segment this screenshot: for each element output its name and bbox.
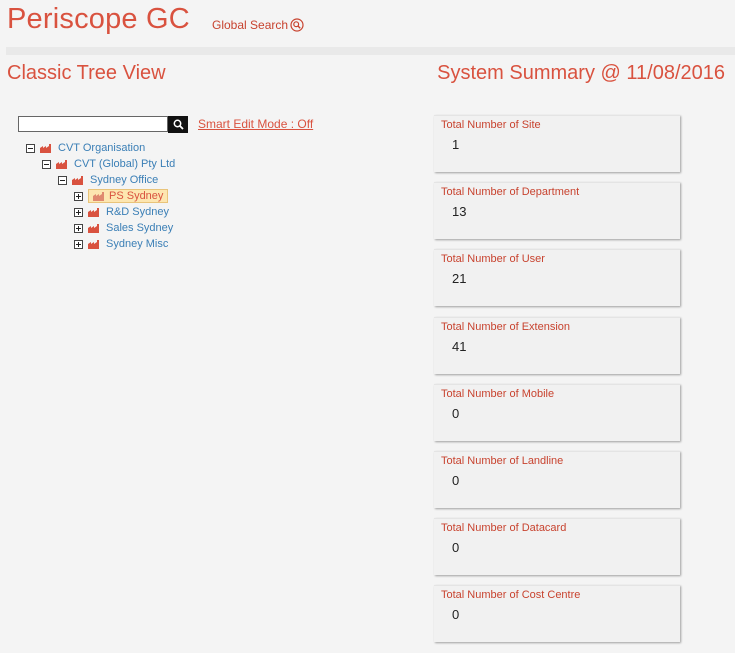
tree-node-selected[interactable]: PS Sydney bbox=[88, 189, 169, 203]
tree-node-label[interactable]: Sydney Misc bbox=[104, 237, 170, 251]
tree-node-sydney-office: Sydney Office bbox=[58, 173, 160, 187]
summary-card-mobile: Total Number of Mobile 0 bbox=[434, 384, 680, 441]
summary-card-value: 0 bbox=[452, 540, 460, 555]
factory-icon bbox=[40, 143, 51, 153]
tree-search-input[interactable] bbox=[18, 116, 168, 132]
summary-card-landline: Total Number of Landline 0 bbox=[434, 451, 680, 508]
summary-card-site: Total Number of Site 1 bbox=[434, 115, 680, 172]
tree-node-label[interactable]: CVT (Global) Pty Ltd bbox=[72, 157, 177, 171]
tree-node-cvt-organisation: CVT Organisation bbox=[26, 141, 147, 155]
collapse-toggle-icon[interactable] bbox=[26, 143, 35, 153]
tree-node-label[interactable]: Sydney Office bbox=[88, 173, 160, 187]
header-divider bbox=[6, 47, 735, 55]
tree-view-title: Classic Tree View bbox=[7, 62, 166, 84]
summary-card-label: Total Number of Extension bbox=[441, 321, 571, 333]
search-icon bbox=[173, 119, 184, 130]
tree-node-cvt-global: CVT (Global) Pty Ltd bbox=[42, 157, 177, 171]
summary-card-value: 0 bbox=[452, 406, 460, 421]
summary-card-value: 0 bbox=[452, 473, 460, 488]
factory-icon bbox=[72, 175, 83, 185]
tree-node-label[interactable]: Sales Sydney bbox=[104, 221, 175, 235]
tree-node-label: PS Sydney bbox=[109, 190, 164, 202]
factory-icon bbox=[93, 191, 104, 201]
summary-card-label: Total Number of Mobile bbox=[441, 388, 555, 400]
collapse-toggle-icon[interactable] bbox=[58, 175, 67, 185]
factory-icon bbox=[56, 159, 67, 169]
summary-card-cost-centre: Total Number of Cost Centre 0 bbox=[434, 585, 680, 642]
smart-edit-mode-toggle[interactable]: Smart Edit Mode : Off bbox=[198, 117, 313, 131]
summary-card-label: Total Number of Site bbox=[441, 119, 541, 131]
tree-node-label[interactable]: CVT Organisation bbox=[56, 141, 147, 155]
system-summary-title: System Summary @ 11/08/2016 bbox=[437, 62, 725, 84]
summary-card-value: 41 bbox=[452, 339, 467, 354]
global-search-label: Global Search bbox=[212, 18, 289, 32]
magnifier-icon bbox=[290, 18, 304, 32]
tree-node-sydney-misc: Sydney Misc bbox=[74, 237, 170, 251]
expand-toggle-icon[interactable] bbox=[74, 223, 83, 233]
summary-card-value: 21 bbox=[452, 271, 467, 286]
tree-node-label[interactable]: R&D Sydney bbox=[104, 205, 171, 219]
tree-search-button[interactable] bbox=[168, 116, 188, 133]
factory-icon bbox=[88, 223, 99, 233]
summary-card-datacard: Total Number of Datacard 0 bbox=[434, 518, 680, 575]
global-search-link[interactable]: Global Search bbox=[212, 18, 304, 32]
tree-node-sales-sydney: Sales Sydney bbox=[74, 221, 175, 235]
summary-card-value: 0 bbox=[452, 607, 460, 622]
summary-card-value: 13 bbox=[452, 204, 467, 219]
tree-node-ps-sydney: PS Sydney bbox=[74, 189, 169, 203]
summary-card-value: 1 bbox=[452, 137, 460, 152]
summary-card-label: Total Number of Department bbox=[441, 186, 580, 198]
tree-node-rd-sydney: R&D Sydney bbox=[74, 205, 171, 219]
summary-card-label: Total Number of Cost Centre bbox=[441, 589, 581, 601]
summary-card-label: Total Number of Landline bbox=[441, 455, 564, 467]
expand-toggle-icon[interactable] bbox=[74, 191, 83, 201]
collapse-toggle-icon[interactable] bbox=[42, 159, 51, 169]
factory-icon bbox=[88, 207, 99, 217]
expand-toggle-icon[interactable] bbox=[74, 207, 83, 217]
summary-card-user: Total Number of User 21 bbox=[434, 249, 680, 306]
summary-card-label: Total Number of Datacard bbox=[441, 522, 567, 534]
factory-icon bbox=[88, 239, 99, 249]
summary-card-department: Total Number of Department 13 bbox=[434, 182, 680, 239]
expand-toggle-icon[interactable] bbox=[74, 239, 83, 249]
summary-card-extension: Total Number of Extension 41 bbox=[434, 317, 680, 374]
summary-card-label: Total Number of User bbox=[441, 253, 545, 265]
app-title: Periscope GC bbox=[7, 3, 190, 35]
